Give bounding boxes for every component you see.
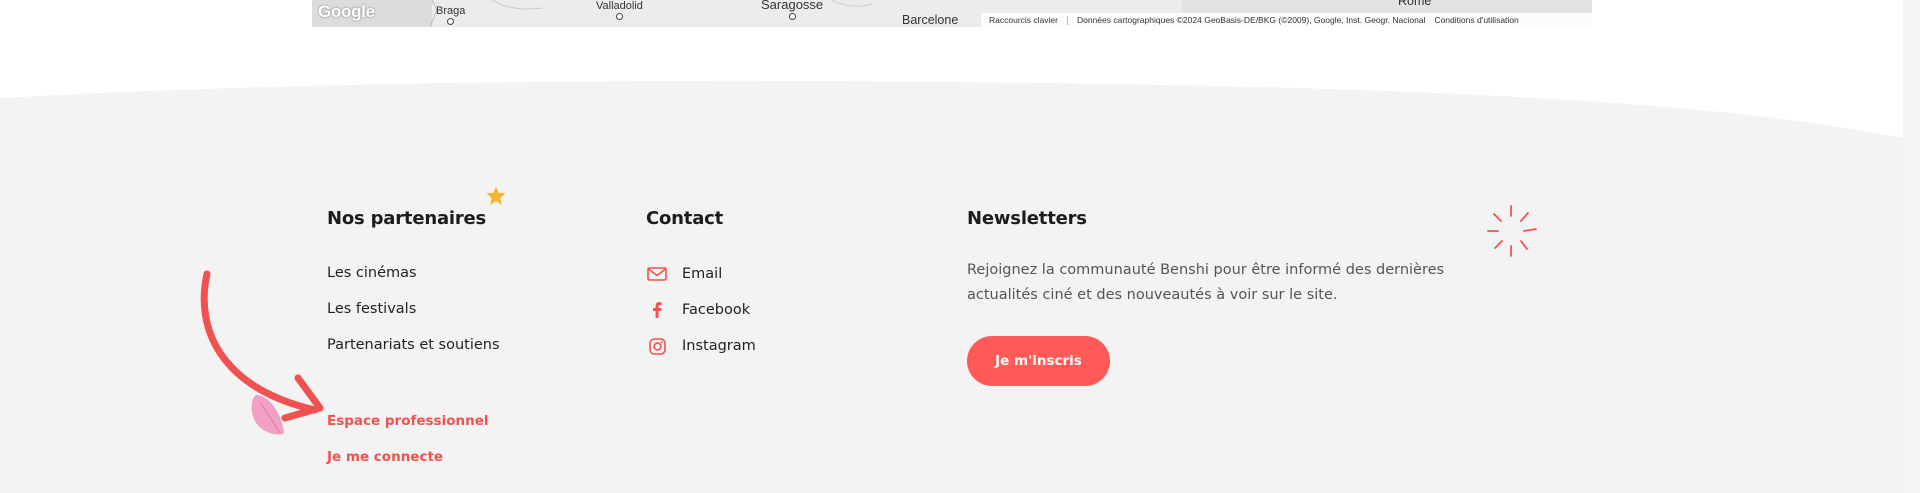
login-link[interactable]: Je me connecte (327, 449, 443, 465)
newsletters-section: Newsletters Rejoignez la communauté Bens… (967, 208, 1444, 386)
map-data-credit[interactable]: Données cartographiques ©2024 GeoBasis-D… (1077, 15, 1425, 25)
contact-section: Contact Email Facebook Instagram (646, 208, 756, 355)
contact-facebook-label: Facebook (682, 302, 751, 318)
contact-instagram[interactable]: Instagram (646, 335, 756, 357)
map-city-label: Rome (1398, 0, 1432, 8)
link-cinemas[interactable]: Les cinémas (327, 265, 417, 281)
contact-title: Contact (646, 208, 724, 229)
star-icon (486, 186, 506, 205)
mail-icon (646, 263, 668, 285)
google-logo[interactable]: Google (318, 2, 375, 22)
partners-section: Nos partenaires Les cinémas Les festival… (327, 208, 500, 465)
newsletters-title: Newsletters (967, 208, 1087, 229)
newsletters-description: Rejoignez la communauté Benshi pour être… (967, 262, 1445, 303)
map-attribution: Raccourcis clavier Données cartographiqu… (981, 13, 1592, 27)
link-partnerships[interactable]: Partenariats et soutiens (327, 337, 500, 353)
scrollbar-track[interactable] (1903, 0, 1920, 493)
facebook-icon (646, 299, 668, 321)
map-embed[interactable]: Google Braga Valladolid Saragosse Barcel… (312, 0, 1592, 27)
map-city-label: Barcelone (902, 13, 959, 27)
map-city-label: Valladolid (596, 0, 643, 20)
map-city-label: Saragosse (761, 0, 823, 20)
contact-email[interactable]: Email (646, 263, 722, 285)
map-city-label: Braga (436, 5, 465, 25)
sparkle-icon (1487, 205, 1537, 257)
petal-icon (251, 395, 284, 435)
contact-facebook[interactable]: Facebook (646, 299, 750, 321)
terms-link[interactable]: Conditions d'utilisation (1434, 15, 1518, 25)
subscribe-button[interactable]: Je m'inscris (967, 336, 1110, 386)
divider (1066, 15, 1068, 25)
keyboard-shortcuts-link[interactable]: Raccourcis clavier (989, 15, 1058, 25)
link-festivals[interactable]: Les festivals (327, 301, 416, 317)
pro-space-link[interactable]: Espace professionnel (327, 413, 489, 429)
instagram-icon (646, 335, 668, 357)
contact-email-label: Email (682, 266, 723, 282)
partners-title: Nos partenaires (327, 208, 487, 229)
contact-instagram-label: Instagram (682, 338, 756, 354)
